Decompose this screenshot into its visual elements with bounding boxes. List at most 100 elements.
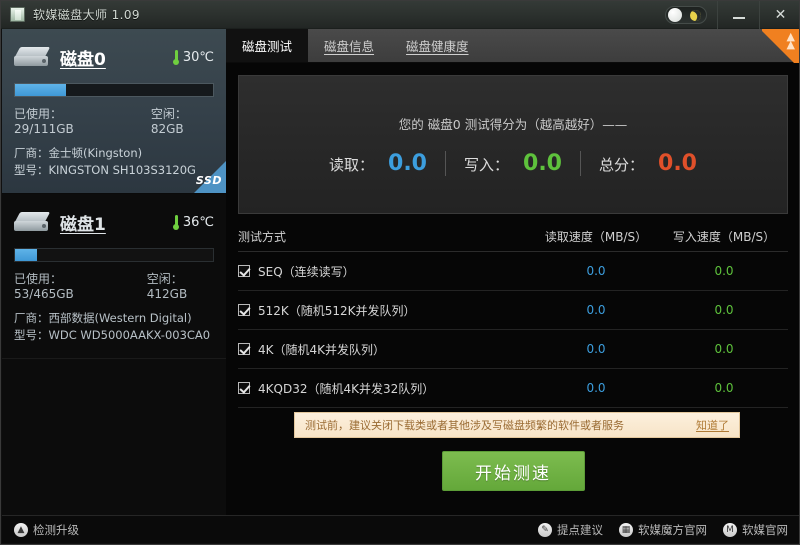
disk-card-1-used: 已使用：53/465GB xyxy=(14,270,109,301)
disk-card-1-meta: 厂商：西部数据(Western Digital) 型号：WDC WD5000AA… xyxy=(14,310,214,344)
score-write: 写入： 0.0 xyxy=(445,151,580,176)
test-table: 测试方式 读取速度（MB/S） 写入速度（MB/S） SEQ（连续读写） 0.0… xyxy=(238,228,788,408)
score-read: 读取： 0.0 xyxy=(311,151,445,176)
window-controls: ✕ xyxy=(665,1,800,29)
tab-bar: 磁盘测试 磁盘信息 磁盘健康度 ▲▲ xyxy=(226,29,800,63)
row-1-write: 0.0 xyxy=(660,303,788,317)
tab-disk-info[interactable]: 磁盘信息 xyxy=(308,29,390,62)
test-table-header: 测试方式 读取速度（MB/S） 写入速度（MB/S） xyxy=(238,228,788,252)
disk-card-1-usage-bar xyxy=(14,248,214,262)
disk-card-0-vendor: 厂商：金士顿(Kingston) xyxy=(14,145,214,162)
header-mode: 测试方式 xyxy=(238,228,532,245)
moon-icon xyxy=(689,8,703,22)
start-button-wrap: 开始测速 xyxy=(226,451,800,491)
close-button[interactable]: ✕ xyxy=(759,1,800,29)
disk-card-0-temperature: 30℃ xyxy=(173,50,214,65)
expand-chevrons-icon[interactable]: ▲▲ xyxy=(762,29,800,63)
pencil-icon: ✎ xyxy=(538,523,552,537)
check-update-link[interactable]: ▲ 检测升级 xyxy=(14,522,79,538)
m-logo-icon: M xyxy=(723,523,737,537)
minimize-icon xyxy=(733,17,745,19)
ruanmei-site-link[interactable]: M 软媒官网 xyxy=(723,522,788,538)
score-read-value: 0.0 xyxy=(388,151,427,176)
thermometer-icon xyxy=(173,50,180,65)
minimize-button[interactable] xyxy=(717,1,759,29)
row-3-mode-label: 4KQD32（随机4K并发32队列） xyxy=(258,380,434,397)
day-night-toggle-icon[interactable] xyxy=(665,6,707,24)
score-headline: 您的 磁盘0 测试得分为（越高越好）—— xyxy=(399,114,627,133)
app-window: 软媒磁盘大师 1.09 ✕ 磁盘0 xyxy=(0,0,800,545)
disk-card-0-temp-value: 30℃ xyxy=(183,50,214,65)
row-1-mode: 512K（随机512K并发队列） xyxy=(238,302,532,319)
tab-disk-info-label: 磁盘信息 xyxy=(324,36,374,55)
score-row: 读取： 0.0 写入： 0.0 总分： 0.0 xyxy=(311,151,715,176)
row-2-read: 0.0 xyxy=(532,342,660,356)
thermometer-icon xyxy=(173,215,180,230)
table-row[interactable]: 4K（随机4K并发队列） 0.0 0.0 xyxy=(238,330,788,369)
disk-card-0[interactable]: 磁盘0 30℃ 已使用：29/111GB 空闲：82GB 厂商：金士顿(King… xyxy=(2,29,226,194)
row-0-write: 0.0 xyxy=(660,264,788,278)
disk-card-1-temperature: 36℃ xyxy=(173,215,214,230)
disk-card-0-usage-text: 已使用：29/111GB 空闲：82GB xyxy=(14,105,214,136)
title-bar: 软媒磁盘大师 1.09 ✕ xyxy=(1,1,800,29)
score-panel: 您的 磁盘0 测试得分为（越高越好）—— 读取： 0.0 写入： 0.0 总分：… xyxy=(238,75,788,214)
upgrade-arrow-icon: ▲ xyxy=(14,523,28,537)
app-logo-icon xyxy=(10,7,25,22)
score-total: 总分： 0.0 xyxy=(580,151,715,176)
row-3-write: 0.0 xyxy=(660,381,788,395)
close-icon: ✕ xyxy=(775,7,787,23)
disk-card-0-name: 磁盘0 xyxy=(60,45,106,70)
table-row[interactable]: 4KQD32（随机4K并发32队列） 0.0 0.0 xyxy=(238,369,788,408)
suggestion-label: 提点建议 xyxy=(557,522,603,538)
disk-card-1-temp-value: 36℃ xyxy=(183,215,214,230)
disk-list-sidebar: 磁盘0 30℃ 已使用：29/111GB 空闲：82GB 厂商：金士顿(King… xyxy=(2,29,226,517)
disk-card-1-header: 磁盘1 36℃ xyxy=(14,206,214,238)
score-write-label: 写入： xyxy=(464,154,509,175)
ruanmei-cube-site-label: 软媒魔方官网 xyxy=(638,522,707,538)
disk-card-1[interactable]: 磁盘1 36℃ 已使用：53/465GB 空闲：412GB 厂商：西部数据(We… xyxy=(2,194,226,359)
status-bar-links: ✎ 提点建议 ▦ 软媒魔方官网 M 软媒官网 xyxy=(538,522,788,538)
window-title: 软媒磁盘大师 1.09 xyxy=(33,6,140,23)
tab-disk-test-label: 磁盘测试 xyxy=(242,36,292,55)
disk-card-1-usage-fill xyxy=(15,249,37,261)
score-total-label: 总分： xyxy=(599,154,644,175)
disk-card-0-usage-bar xyxy=(14,83,214,97)
row-1-checkbox[interactable] xyxy=(238,304,250,316)
status-bar: ▲ 检测升级 ✎ 提点建议 ▦ 软媒魔方官网 M 软媒官网 xyxy=(2,515,800,543)
ruanmei-cube-site-link[interactable]: ▦ 软媒魔方官网 xyxy=(619,522,707,538)
tab-disk-health-label: 磁盘健康度 xyxy=(406,36,469,55)
score-write-value: 0.0 xyxy=(523,151,562,176)
row-2-mode: 4K（随机4K并发队列） xyxy=(238,341,532,358)
start-speed-test-button[interactable]: 开始测速 xyxy=(442,451,585,491)
row-0-checkbox[interactable] xyxy=(238,265,250,277)
table-row[interactable]: SEQ（连续读写） 0.0 0.0 xyxy=(238,252,788,291)
ruanmei-site-label: 软媒官网 xyxy=(742,522,788,538)
row-2-mode-label: 4K（随机4K并发队列） xyxy=(258,341,385,358)
header-read-speed: 读取速度（MB/S） xyxy=(532,228,660,245)
score-total-value: 0.0 xyxy=(658,151,697,176)
cube-icon: ▦ xyxy=(619,523,633,537)
tab-disk-test[interactable]: 磁盘测试 xyxy=(226,29,308,62)
header-write-speed: 写入速度（MB/S） xyxy=(660,228,788,245)
row-3-checkbox[interactable] xyxy=(238,382,250,394)
toggle-knob xyxy=(668,8,682,22)
row-1-read: 0.0 xyxy=(532,303,660,317)
disk-card-1-free: 空闲：412GB xyxy=(147,270,214,301)
main-panel: 磁盘测试 磁盘信息 磁盘健康度 ▲▲ 您的 磁盘0 测试得分为（越高越好）—— … xyxy=(226,29,800,517)
row-1-mode-label: 512K（随机512K并发队列） xyxy=(258,302,416,319)
table-row[interactable]: 512K（随机512K并发队列） 0.0 0.0 xyxy=(238,291,788,330)
disk-card-0-free: 空闲：82GB xyxy=(151,105,214,136)
disk-card-0-usage-fill xyxy=(15,84,66,96)
row-0-read: 0.0 xyxy=(532,264,660,278)
suggestion-link[interactable]: ✎ 提点建议 xyxy=(538,522,603,538)
notice-text: 测试前，建议关闭下载类或者其他涉及写磁盘频繁的软件或者服务 xyxy=(305,417,624,433)
test-notice-banner: 测试前，建议关闭下载类或者其他涉及写磁盘频繁的软件或者服务 知道了 xyxy=(294,412,740,438)
disk-card-1-name: 磁盘1 xyxy=(60,210,106,235)
row-0-mode: SEQ（连续读写） xyxy=(238,263,532,280)
score-read-label: 读取： xyxy=(329,154,374,175)
row-2-checkbox[interactable] xyxy=(238,343,250,355)
disk-card-0-model: 型号：KINGSTON SH103S3120G xyxy=(14,162,214,179)
disk-card-0-meta: 厂商：金士顿(Kingston) 型号：KINGSTON SH103S3120G xyxy=(14,145,214,179)
notice-dismiss-link[interactable]: 知道了 xyxy=(696,417,729,433)
tab-disk-health[interactable]: 磁盘健康度 xyxy=(390,29,485,62)
